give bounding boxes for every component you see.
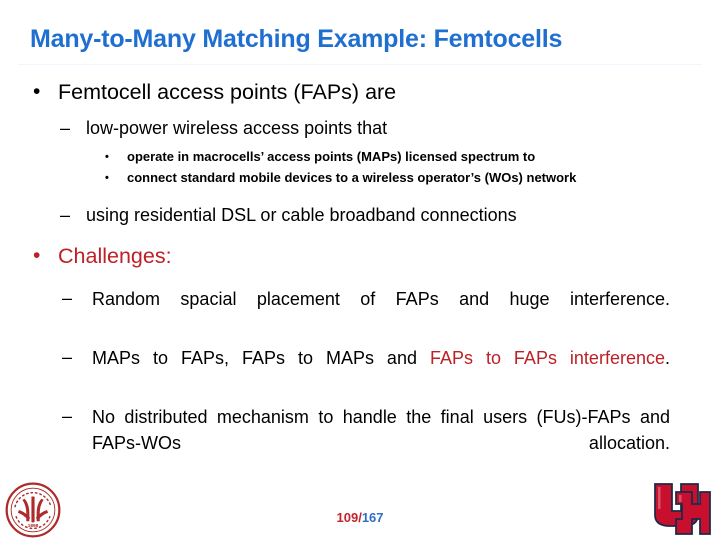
small-bullet-icon: • [105,151,109,163]
title-divider [18,64,702,65]
page-current: 109 [336,510,359,525]
dash-icon: – [60,118,71,138]
list-item-label: using residential DSL or cable broadband… [86,205,517,225]
list-item-challenge-random-placement: – Random spacial placement of FAPs and h… [0,286,720,338]
list-item-label: connect standard mobile devices to a wir… [127,169,577,185]
university-of-houston-logo [652,480,712,538]
list-item-connect-standard-mobile: • connect standard mobile devices to a w… [0,170,720,187]
list-item-label: Femtocell access points (FAPs) are [58,80,397,104]
slide-body: • Femtocell access points (FAPs) are – l… [0,78,720,482]
page-number: 109/167 [0,510,720,525]
list-item-label: low-power wireless access points that [86,118,388,138]
list-item-operate-macrocells: • operate in macrocells’ access points (… [0,149,720,166]
dash-icon: – [60,205,71,225]
list-item-femtocell-access-points: • Femtocell access points (FAPs) are [0,78,720,106]
list-item-challenge-maps-faps: – MAPs to FAPs, FAPs to MAPs and FAPs to… [0,345,720,397]
challenge2-text-plain: MAPs to FAPs, FAPs to MAPs and [92,348,430,368]
list-item-label: operate in macrocells’ access points (MA… [127,149,536,164]
dash-icon: – [62,406,73,426]
dash-icon: – [62,288,73,308]
svg-text:1898: 1898 [28,523,39,529]
list-item-label: MAPs to FAPs, FAPs to MAPs and FAPs to F… [92,345,670,397]
small-bullet-icon: • [105,171,109,184]
list-item-challenges: • Challenges: [0,242,720,270]
bullet-icon: • [33,80,41,103]
list-item-residential-dsl: – using residential DSL or cable broadba… [0,203,720,228]
list-item-challenge-no-distributed-mechanism: – No distributed mechanism to handle the… [0,404,720,482]
bullet-icon: • [33,244,41,267]
challenge2-text-tail: . [664,348,670,368]
list-item-label: Random spacial placement of FAPs and hug… [92,289,670,309]
list-item-label: No distributed mechanism to handle the f… [92,407,670,453]
list-item-low-power-wireless: – low-power wireless access points that [0,116,720,141]
challenge2-text-highlight: FAPs to FAPs interference [429,348,665,368]
page-title: Many-to-Many Matching Example: Femtocell… [30,25,563,53]
dash-icon: – [62,347,73,367]
page-total: 167 [361,510,384,525]
list-item-label: Challenges: [58,244,172,268]
peking-university-seal-logo: 1898 [5,482,61,538]
